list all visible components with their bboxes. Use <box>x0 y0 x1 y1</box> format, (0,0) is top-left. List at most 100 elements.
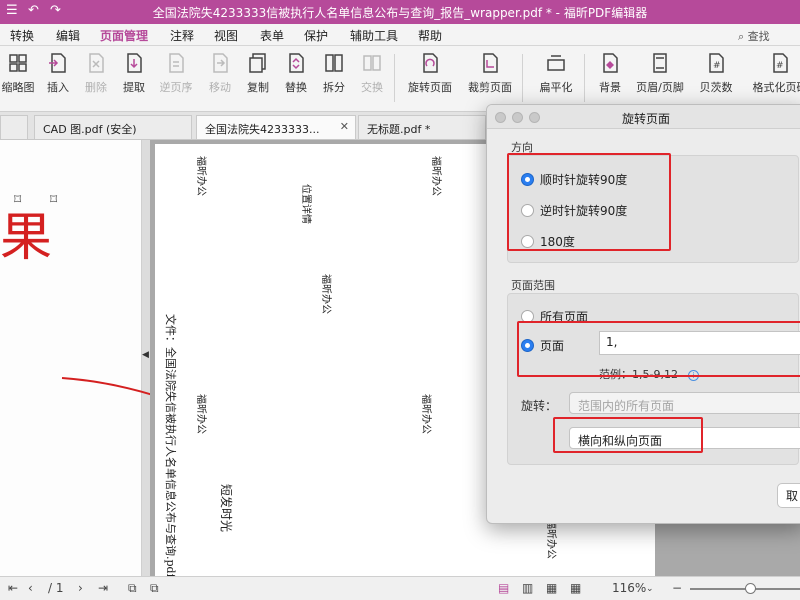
delete-page-icon <box>89 53 104 73</box>
swap-icon <box>363 55 381 71</box>
zoom-slider-knob[interactable] <box>745 583 756 594</box>
format-page-number-label: 格式化页码 <box>752 81 800 94</box>
prev-page-icon[interactable]: ‹ <box>28 581 33 595</box>
crop-page-button[interactable]: 裁剪页面 <box>466 52 514 95</box>
rotate-scope-select[interactable]: 范围内的所有页面 <box>569 392 800 414</box>
two-page-view-icon[interactable]: ▦ <box>546 581 557 595</box>
annotation-big-character: 果 <box>0 208 53 268</box>
rotate-page-icon <box>423 53 438 73</box>
tab-untitled[interactable]: 无标题.pdf * <box>358 115 486 139</box>
page-text-line: 福昕办公 <box>195 156 206 196</box>
page-text-line: 位置详情 <box>300 184 311 224</box>
svg-text:#: # <box>776 61 784 71</box>
background-button[interactable]: 背景 <box>586 52 634 95</box>
menu-form[interactable]: 表单 <box>260 27 284 44</box>
extract-button[interactable]: 提取 <box>110 52 158 95</box>
svg-text:#: # <box>713 61 721 71</box>
crop-page-label: 裁剪页面 <box>468 81 512 94</box>
title-bar: ☰ ↶ ↷ 全国法院失4233333信被执行人名单信息公布与查询_报告_wrap… <box>0 0 800 24</box>
bates-number-label: 贝茨数 <box>699 81 733 94</box>
flatten-label: 扁平化 <box>539 81 573 94</box>
search-icon: ⌕ <box>738 30 748 43</box>
thumbnails-icon <box>9 54 27 72</box>
range-highlight-box <box>517 321 800 377</box>
single-page-view-icon[interactable]: ▤ <box>498 581 509 595</box>
swap-button[interactable]: 交换 <box>348 52 396 95</box>
tab-label: 全国法院失4233333... <box>205 123 320 136</box>
bates-number-icon: # <box>709 53 724 73</box>
swap-label: 交换 <box>361 81 383 94</box>
bates-number-button[interactable]: # 贝茨数 <box>692 52 740 95</box>
fit-view-icon[interactable]: ⧉ <box>150 581 159 596</box>
copy-page-icon <box>249 53 266 73</box>
header-footer-label: 页眉/页脚 <box>636 81 684 94</box>
split-icon <box>325 54 343 72</box>
flatten-button[interactable]: 扁平化 <box>532 52 580 95</box>
tab-previous[interactable] <box>0 115 28 139</box>
header-footer-icon <box>653 53 667 73</box>
background-label: 背景 <box>599 81 621 94</box>
close-tab-icon[interactable]: ✕ <box>340 120 349 133</box>
page-text-line: 福昕办公 <box>545 519 556 559</box>
rotate-pages-dialog: 旋转页面 方向 顺时针旋转90度 逆时针旋转90度 180度 页面范围 所有页面… <box>486 104 800 524</box>
menu-view[interactable]: 视图 <box>214 27 238 44</box>
direction-highlight-box <box>507 153 671 251</box>
next-page-icon[interactable]: › <box>78 581 83 595</box>
background-icon <box>603 53 618 73</box>
page-count: / 1 <box>48 581 64 595</box>
format-page-number-button[interactable]: # 格式化页码 <box>750 52 800 95</box>
status-bar: ⇤ ‹ / 1 › ⇥ ⧉ ⧉ ▤ ▥ ▦ ▦ 116% ⌄ − <box>0 576 800 600</box>
window-title: 全国法院失4233333信被执行人名单信息公布与查询_报告_wrapper.pd… <box>152 6 648 20</box>
menu-accessibility[interactable]: 辅助工具 <box>350 27 398 44</box>
range-group-label: 页面范围 <box>511 279 555 292</box>
menu-protect[interactable]: 保护 <box>304 27 328 44</box>
page-text-line: 福昕办公 <box>320 274 331 314</box>
toolbar-separator <box>584 54 585 102</box>
toolbar-separator <box>394 54 395 102</box>
last-page-icon[interactable]: ⇥ <box>98 581 108 595</box>
menu-help[interactable]: 帮助 <box>418 27 442 44</box>
orientation-highlight-box <box>553 417 703 453</box>
copy-view-icon[interactable]: ⧉ <box>128 581 137 596</box>
insert-page-icon <box>49 53 66 73</box>
tab-court-report[interactable]: 全国法院失4233333... ✕ <box>196 115 356 139</box>
page-text-line: 文件：全国法院失信被执行人名单信息公布与查询.pdf <box>164 314 177 578</box>
page-text-line: 福昕办公 <box>420 394 431 434</box>
zoom-level[interactable]: 116% <box>612 581 646 595</box>
menu-convert[interactable]: 转换 <box>10 27 34 44</box>
rotate-page-button[interactable]: 旋转页面 <box>406 52 454 95</box>
zoom-out-icon[interactable]: − <box>672 581 682 595</box>
tab-cad-pdf[interactable]: CAD 图.pdf (安全) <box>34 115 192 139</box>
reverse-order-label: 逆页序 <box>159 81 193 94</box>
search-box[interactable]: ⌕ 查找 <box>738 28 800 44</box>
reverse-order-button[interactable]: 逆页序 <box>152 52 200 95</box>
crop-page-icon <box>483 53 498 73</box>
extract-page-icon <box>127 53 142 73</box>
format-page-number-icon: # <box>773 53 788 73</box>
two-page-continuous-icon[interactable]: ▦ <box>570 581 581 595</box>
toolbar-separator <box>522 54 523 102</box>
menu-edit[interactable]: 编辑 <box>56 27 80 44</box>
page-text-line: 福昕办公 <box>195 394 206 434</box>
cancel-button[interactable]: 取 <box>777 483 800 508</box>
dialog-title: 旋转页面 <box>621 112 670 126</box>
extract-label: 提取 <box>123 81 145 94</box>
menu-comment[interactable]: 注释 <box>170 27 194 44</box>
continuous-view-icon[interactable]: ▥ <box>522 581 533 595</box>
dialog-header: 旋转页面 <box>487 105 800 129</box>
reverse-order-icon <box>169 53 184 73</box>
page-text-line: 短发时光 <box>219 484 233 533</box>
move-page-icon <box>213 53 228 73</box>
rotate-page-label: 旋转页面 <box>408 81 452 94</box>
tab-label: 无标题.pdf * <box>367 123 431 136</box>
header-footer-button[interactable]: 页眉/页脚 <box>636 52 684 95</box>
collapse-panel-icon[interactable]: ◀ <box>142 350 150 360</box>
menu-page-manage[interactable]: 页面管理 <box>100 27 149 48</box>
zoom-dropdown-icon[interactable]: ⌄ <box>646 584 654 594</box>
tab-label: CAD 图.pdf (安全) <box>43 123 137 136</box>
toolbar: 缩略图 插入 删除 提取 逆页序 移动 复制 替换 拆分 交换 旋转页面 裁剪页… <box>0 46 800 112</box>
flatten-icon <box>547 55 565 71</box>
replace-page-icon <box>289 53 304 73</box>
search-placeholder: 查找 <box>747 30 770 43</box>
first-page-icon[interactable]: ⇤ <box>8 581 18 595</box>
